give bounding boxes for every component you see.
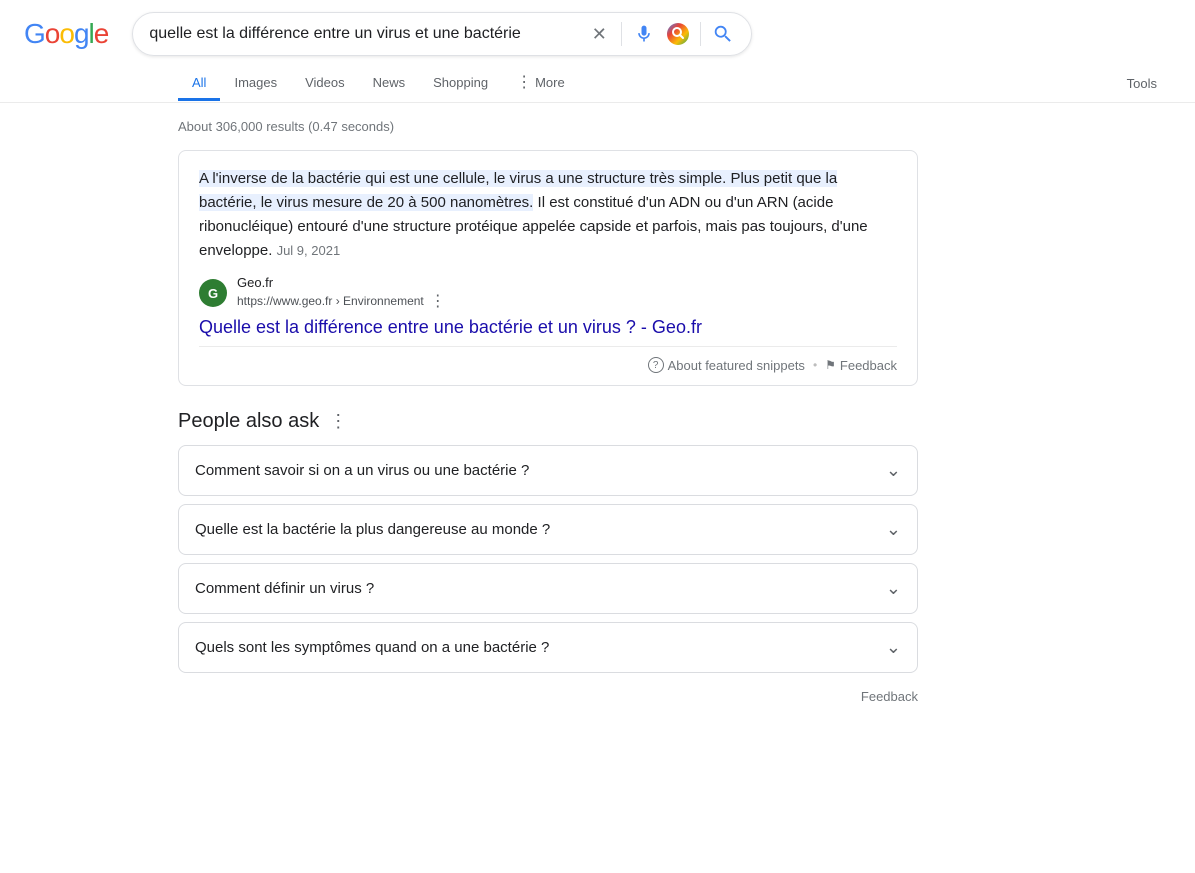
- search-input[interactable]: [149, 25, 577, 43]
- voice-search-icon[interactable]: [632, 22, 656, 46]
- paa-title: People also ask: [178, 410, 319, 433]
- lens-search-icon[interactable]: [666, 22, 690, 46]
- nav-shopping[interactable]: Shopping: [419, 67, 502, 101]
- paa-header: People also ask ⋮: [178, 410, 918, 433]
- nav-videos[interactable]: Videos: [291, 67, 359, 101]
- search-bar-wrapper: ✕: [132, 12, 752, 56]
- nav-images[interactable]: Images: [220, 67, 291, 101]
- paa-chevron-1: ⌄: [886, 460, 901, 481]
- icon-divider: [621, 22, 622, 46]
- paa-item-3[interactable]: Comment définir un virus ? ⌄: [178, 563, 918, 614]
- icon-divider2: [700, 22, 701, 46]
- header: Google ✕: [0, 0, 1195, 56]
- paa-question-4: Quels sont les symptômes quand on a une …: [195, 639, 549, 656]
- more-dots-icon: ⋮: [516, 72, 532, 92]
- source-favicon: G: [199, 279, 227, 307]
- snippet-source: G Geo.fr https://www.geo.fr › Environnem…: [199, 275, 897, 311]
- search-icons: ✕: [587, 22, 735, 46]
- source-name: Geo.fr: [237, 275, 446, 290]
- results-count: About 306,000 results (0.47 seconds): [178, 119, 966, 134]
- main-content: About 306,000 results (0.47 seconds) A l…: [0, 103, 990, 736]
- paa-chevron-3: ⌄: [886, 578, 901, 599]
- search-submit-button[interactable]: [711, 22, 735, 46]
- paa-options-icon[interactable]: ⋮: [329, 411, 347, 432]
- bottom-feedback-link[interactable]: Feedback: [861, 689, 918, 704]
- google-logo[interactable]: Google: [24, 18, 108, 50]
- paa-item-4[interactable]: Quels sont les symptômes quand on a une …: [178, 622, 918, 673]
- snippet-footer: ? About featured snippets • ⚑ Feedback: [199, 346, 897, 373]
- snippet-text: A l'inverse de la bactérie qui est une c…: [199, 167, 897, 263]
- about-featured-snippets-link[interactable]: ? About featured snippets: [648, 357, 805, 373]
- snippet-result-link[interactable]: Quelle est la différence entre une bacté…: [199, 317, 897, 338]
- source-options-icon[interactable]: ⋮: [430, 291, 446, 311]
- snippet-date: Jul 9, 2021: [277, 243, 341, 258]
- paa-question-1: Comment savoir si on a un virus ou une b…: [195, 462, 529, 479]
- footer-feedback: Feedback: [178, 681, 918, 712]
- paa-chevron-2: ⌄: [886, 519, 901, 540]
- feedback-link[interactable]: ⚑ Feedback: [825, 358, 897, 373]
- source-info: Geo.fr https://www.geo.fr › Environnemen…: [237, 275, 446, 311]
- clear-icon[interactable]: ✕: [587, 22, 611, 46]
- nav-news[interactable]: News: [359, 67, 420, 101]
- paa-chevron-4: ⌄: [886, 637, 901, 658]
- question-icon: ?: [648, 357, 664, 373]
- nav-more[interactable]: ⋮ More: [502, 64, 579, 103]
- tools-button[interactable]: Tools: [1113, 68, 1171, 99]
- source-url: https://www.geo.fr › Environnement ⋮: [237, 291, 446, 311]
- people-also-ask-section: People also ask ⋮ Comment savoir si on a…: [178, 410, 918, 712]
- paa-item-1[interactable]: Comment savoir si on a un virus ou une b…: [178, 445, 918, 496]
- paa-question-3: Comment définir un virus ?: [195, 580, 374, 597]
- featured-snippet: A l'inverse de la bactérie qui est une c…: [178, 150, 918, 386]
- paa-question-2: Quelle est la bactérie la plus dangereus…: [195, 521, 550, 538]
- search-bar: ✕: [132, 12, 752, 56]
- flag-icon: ⚑: [825, 358, 836, 372]
- footer-separator: •: [813, 358, 817, 372]
- nav-all[interactable]: All: [178, 67, 220, 101]
- search-nav: All Images Videos News Shopping ⋮ More T…: [0, 56, 1195, 103]
- paa-item-2[interactable]: Quelle est la bactérie la plus dangereus…: [178, 504, 918, 555]
